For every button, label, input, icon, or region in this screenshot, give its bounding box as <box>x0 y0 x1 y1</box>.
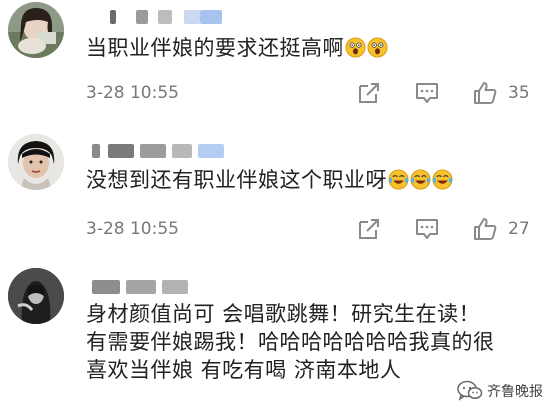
scream-emoji-icon <box>367 37 388 58</box>
like-count: 27 <box>508 219 530 239</box>
watermark: 齐鲁晚报 <box>457 379 543 403</box>
username-blurred[interactable] <box>86 140 226 162</box>
comment-text: 当职业伴娘的要求还挺高啊 <box>86 34 531 62</box>
comment-meta-row: 3-28 10:55 35 <box>86 78 537 108</box>
share-icon[interactable] <box>356 80 382 106</box>
avatar[interactable] <box>8 2 64 58</box>
comment-item: 当职业伴娘的要求还挺高啊 3-28 10:55 35 <box>0 0 551 118</box>
laugh-cry-emoji-icon <box>388 169 409 190</box>
comment-item: 没想到还有职业伴娘这个职业呀 3-28 10:55 27 <box>0 128 551 246</box>
comment-meta-row: 3-28 10:55 27 <box>86 214 537 244</box>
avatar[interactable] <box>8 268 64 324</box>
timestamp: 3-28 10:55 <box>86 83 179 103</box>
thumbs-up-icon <box>474 218 497 240</box>
laugh-cry-emoji-icon <box>432 169 453 190</box>
username-blurred[interactable] <box>86 6 226 28</box>
comment-reply-icon[interactable] <box>414 216 440 242</box>
wechat-icon <box>457 380 483 401</box>
timestamp: 3-28 10:55 <box>86 219 179 239</box>
share-icon[interactable] <box>356 216 382 242</box>
comment-feed: 当职业伴娘的要求还挺高啊 3-28 10:55 35 没想到还有职业伴娘这个职业… <box>0 0 551 413</box>
like-button[interactable]: 35 <box>472 78 542 108</box>
scream-emoji-icon <box>345 37 366 58</box>
watermark-text: 齐鲁晚报 <box>487 384 543 400</box>
avatar[interactable] <box>8 134 64 190</box>
laugh-cry-emoji-icon <box>410 169 431 190</box>
like-count: 35 <box>508 83 530 103</box>
like-button[interactable]: 27 <box>472 214 542 244</box>
comment-line: 有需要伴娘踢我！哈哈哈哈哈哈哈我真的很 <box>86 330 495 354</box>
comment-text: 没想到还有职业伴娘这个职业呀 <box>86 166 531 194</box>
comment-text: 身材颜值尚可 会唱歌跳舞！研究生在读！ 有需要伴娘踢我！哈哈哈哈哈哈哈我真的很 … <box>86 300 531 384</box>
username-blurred[interactable] <box>86 276 226 298</box>
comment-reply-icon[interactable] <box>414 80 440 106</box>
thumbs-up-icon <box>474 82 497 104</box>
comment-line: 身材颜值尚可 会唱歌跳舞！研究生在读！ <box>86 302 481 326</box>
